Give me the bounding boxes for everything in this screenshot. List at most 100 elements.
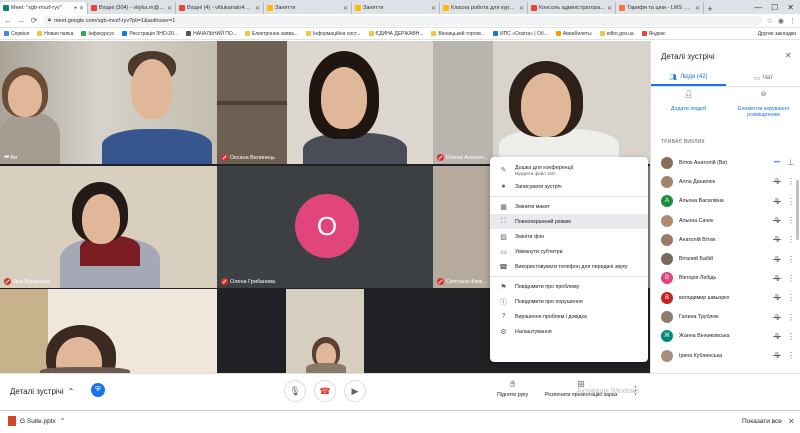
- participant-row[interactable]: Bволодимир шмьорко 🎙︎ ⋮: [651, 288, 800, 307]
- forward-icon[interactable]: →: [17, 16, 25, 25]
- bookmark-item[interactable]: Яндекс: [641, 31, 666, 37]
- camera-button[interactable]: ▶: [344, 380, 366, 402]
- menu-item-settings[interactable]: ⚙ Налаштування: [490, 324, 648, 339]
- bookmark-item[interactable]: Реєстрація ЗНО-20...: [122, 31, 178, 37]
- participant-row[interactable]: Галина Трублюк 🎙︎ ⋮: [651, 307, 800, 326]
- more-options-icon[interactable]: ⋮: [787, 197, 795, 206]
- participant-row[interactable]: Альона Сачок 🎙︎ ⋮: [651, 211, 800, 230]
- bookmark-icon: [122, 31, 128, 36]
- more-options-icon[interactable]: ⋮: [787, 216, 795, 225]
- other-bookmarks[interactable]: Другие закладки: [758, 31, 796, 37]
- browser-tab[interactable]: Тарифи та ціни - LMS Col... ✕: [616, 2, 704, 14]
- back-icon[interactable]: ←: [4, 16, 12, 25]
- menu-item-fullscreen[interactable]: ⛶ Повноекранний режим: [490, 214, 648, 229]
- menu-item-whiteboard[interactable]: ✎ Дошка для конференції Відкрити файл Jam: [490, 161, 648, 179]
- tab-people[interactable]: 👥︎ Люди (42): [651, 70, 726, 86]
- menu-item-phone-audio[interactable]: ☎ Використовувати телефон для передачі зв…: [490, 259, 648, 274]
- menu-item-record[interactable]: ● Записувати зустріч: [490, 179, 648, 194]
- host-controls-button[interactable]: ⊜ Елементи керування розміщенням: [726, 91, 800, 118]
- tab-chat[interactable]: ▭ Чат: [726, 70, 800, 86]
- bookmark-item[interactable]: Сервіси: [4, 31, 29, 37]
- close-tab-icon[interactable]: ✕: [519, 5, 524, 12]
- close-icon[interactable]: ✕: [788, 417, 795, 426]
- pin-icon[interactable]: ⊥: [787, 158, 794, 167]
- more-options-icon[interactable]: •••: [4, 154, 9, 161]
- more-options-icon[interactable]: ⋮: [787, 255, 795, 264]
- close-tab-icon[interactable]: ✕: [343, 5, 348, 12]
- browser-tab[interactable]: Вхідні (4) - vitiukanato4@... ✕: [176, 2, 264, 14]
- more-options-icon[interactable]: ⋮: [787, 332, 795, 341]
- bookmark-item[interactable]: ЄДИНА ДЕРЖАВН...: [368, 31, 423, 37]
- add-people-button[interactable]: 👤︎ Додати людей: [651, 91, 726, 118]
- more-options-icon[interactable]: ⋮: [787, 235, 795, 244]
- menu-item-captions[interactable]: ▭ Увімкнути субтитри: [490, 244, 648, 259]
- raise-hand-button[interactable]: ✋︎ Підняти руку: [497, 379, 528, 398]
- browser-tab[interactable]: Заняття ✕: [352, 2, 440, 14]
- close-icon[interactable]: ✕: [785, 51, 792, 60]
- close-tab-icon[interactable]: ✕: [431, 5, 436, 12]
- menu-item-help[interactable]: ? Вирішення проблем і довідка: [490, 309, 648, 324]
- url-field[interactable]: 🔒︎ meet.google.com/xgb-mvzf-ryv?pli=1&au…: [43, 15, 762, 26]
- video-tile-3[interactable]: Олена Анатолі...: [433, 41, 650, 164]
- participant-row[interactable]: B Вікторія Лебідь 🎙︎ ⋮: [651, 269, 800, 288]
- star-icon[interactable]: ☆: [767, 17, 773, 25]
- more-options-icon[interactable]: ⋮: [787, 177, 795, 186]
- menu-item-report-abuse[interactable]: ⓘ Повідомити про порушення: [490, 294, 648, 309]
- menu-item-change-layout[interactable]: ▦ Змінити макет: [490, 199, 648, 214]
- maximize-icon[interactable]: ☐: [771, 3, 778, 12]
- close-tab-icon[interactable]: ✕: [79, 5, 84, 12]
- bookmark-item[interactable]: edbo.gov.ua: [599, 31, 634, 37]
- shield-icon[interactable]: ⛨: [91, 383, 105, 397]
- browser-tab[interactable]: Meet: "xgb-mvzf-ryv" ● ✕: [0, 2, 88, 14]
- leave-call-button[interactable]: ☎: [314, 380, 336, 402]
- panel-scrollbar[interactable]: [796, 180, 799, 240]
- more-options-icon[interactable]: ⋮: [787, 274, 795, 283]
- microphone-button[interactable]: 🎙︎: [284, 380, 306, 402]
- video-tile-5[interactable]: O Олена Грибанова: [217, 166, 433, 288]
- bookmark-item[interactable]: ИПС «Освіта» | Об...: [493, 31, 548, 37]
- bookmark-item[interactable]: Електронна заява...: [244, 31, 298, 37]
- participant-row[interactable]: Віталий Бабій 🎙︎ ⋮: [651, 249, 800, 268]
- more-options-icon[interactable]: ⋮: [787, 293, 795, 302]
- reload-icon[interactable]: ⟳: [30, 16, 38, 25]
- bookmark-item[interactable]: Інформаційна сист...: [306, 31, 361, 37]
- video-tile-you[interactable]: ••• Ви: [0, 41, 217, 164]
- participant-row[interactable]: Ірина Кублинська 🎙︎ ⋮: [651, 346, 800, 365]
- video-tile-4[interactable]: Яна Бугайська: [0, 166, 217, 288]
- more-options-icon[interactable]: ⋮: [787, 313, 795, 322]
- participant-row[interactable]: Вітюк Анатолій (Ви) ••• ⊥: [651, 153, 800, 172]
- browser-menu-icon[interactable]: ⋮: [789, 17, 796, 25]
- browser-tab[interactable]: Вхідні (304) - vityka.m@gm ✕: [88, 2, 176, 14]
- browser-tab[interactable]: Заняття ✕: [264, 2, 352, 14]
- bookmark-item[interactable]: Авиабилеты: [555, 31, 592, 37]
- menu-item-report-problem[interactable]: ⚑ Повідомити про проблему: [490, 279, 648, 294]
- close-tab-icon[interactable]: ✕: [695, 5, 700, 12]
- minimize-icon[interactable]: —: [754, 3, 762, 12]
- participant-row[interactable]: Ж Жанна Вінниковська 🎙︎ ⋮: [651, 327, 800, 346]
- meeting-details-button[interactable]: Деталі зустрічі ⌃: [10, 387, 74, 396]
- participant-row[interactable]: Алла Данилюк 🎙︎ ⋮: [651, 172, 800, 191]
- browser-tab[interactable]: Класна робота для курсу... ✕: [440, 2, 528, 14]
- close-window-icon[interactable]: ✕: [787, 3, 794, 12]
- video-tile-8[interactable]: [286, 289, 364, 373]
- show-all-downloads-button[interactable]: Показати все: [742, 418, 782, 425]
- video-tile-2[interactable]: Оксана Велинець: [217, 41, 433, 164]
- new-tab-icon[interactable]: +: [704, 4, 716, 14]
- menu-item-change-background[interactable]: ▨ Змініти фон: [490, 229, 648, 244]
- bookmark-item[interactable]: Новая папка: [37, 31, 73, 37]
- video-tile-7[interactable]: [0, 289, 217, 373]
- profile-icon[interactable]: ◉: [778, 17, 784, 25]
- bookmark-item[interactable]: Інфокурсус: [81, 31, 114, 37]
- more-options-icon[interactable]: ⋮: [630, 384, 641, 397]
- close-tab-icon[interactable]: ✕: [255, 5, 260, 12]
- close-tab-icon[interactable]: ✕: [607, 5, 612, 12]
- bookmark-item[interactable]: Вінницький торгов...: [431, 31, 485, 37]
- participant-row[interactable]: A Альона Василівна 🎙︎ ⋮: [651, 192, 800, 211]
- close-tab-icon[interactable]: ✕: [167, 5, 172, 12]
- participant-row[interactable]: Анатолій Вітюк 🎙︎ ⋮: [651, 230, 800, 249]
- browser-tab[interactable]: Консоль адміністратора... ✕: [528, 2, 616, 14]
- more-options-icon[interactable]: ⋮: [787, 351, 795, 360]
- bookmark-item[interactable]: НАЧАЛЬНИЙ ПО...: [186, 31, 237, 37]
- audio-level-icon: •••: [773, 159, 781, 166]
- download-item[interactable]: G Suite.pptx ⌃: [8, 416, 65, 426]
